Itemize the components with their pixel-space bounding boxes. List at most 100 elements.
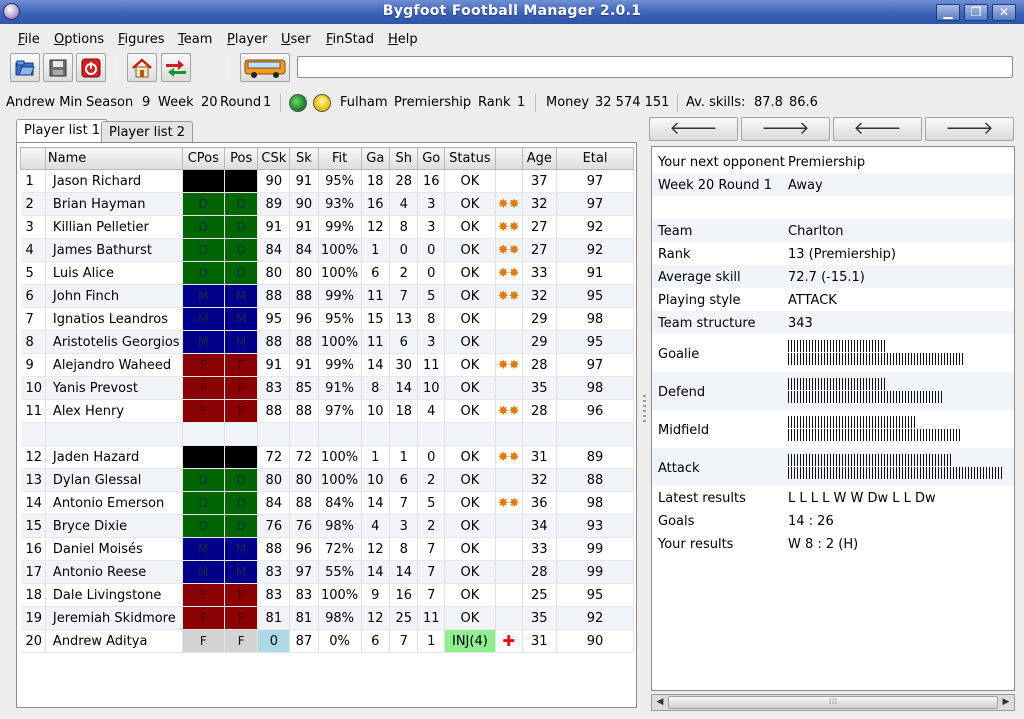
column-header[interactable]: Status — [444, 147, 496, 170]
command-input[interactable] — [297, 56, 1013, 78]
menu-finstad[interactable]: FinStad — [326, 32, 374, 47]
table-row[interactable]: 7 Ignatios Leandros M M 95 96 95% 15 13 8 OK 29 98 — [20, 307, 634, 331]
cell-name: Luis Alice — [45, 261, 183, 285]
table-row[interactable]: 19 Jeremiah Skidmore F F 81 81 98% 12 25 11 OK 35 92 — [20, 606, 634, 630]
column-header[interactable]: Age — [521, 147, 558, 170]
next-page-button[interactable]: 🡒 — [925, 117, 1014, 141]
cell-sk: 84 — [289, 238, 319, 262]
arrow-left-icon: 🡐 — [669, 118, 718, 139]
transfer-button[interactable] — [161, 53, 191, 82]
menu-bar: File Options Figures Team Player User FinStad H… — [0, 28, 1024, 50]
table-row[interactable]: 13 Dylan Glessal D D 80 80 100% 10 6 2 OK 32 88 — [20, 468, 634, 492]
table-row[interactable]: 6 John Finch M M 88 88 99% 11 7 5 OK ✸✸ 32 95 — [20, 284, 634, 308]
menu-help[interactable]: Help — [388, 32, 418, 47]
table-row[interactable]: 5 Luis Alice D D 80 80 100% 6 2 0 OK ✸✸ 33 91 — [20, 261, 634, 285]
column-header[interactable]: CSk — [257, 147, 291, 170]
cell-go: 0 — [417, 238, 446, 262]
table-row[interactable]: 2 Brian Hayman D D 89 90 93% 16 4 3 OK ✸✸ 32 97 — [20, 192, 634, 216]
scrollbar-thumb[interactable]: ⁞⁞⁞ — [668, 696, 998, 709]
table-row[interactable]: 11 Alex Henry F F 88 88 97% 10 18 4 OK ✸✸ 28 96 — [20, 399, 634, 423]
cell-fit: 98% — [318, 514, 362, 538]
scroll-right-icon[interactable]: ▶ — [999, 696, 1013, 709]
close-icon[interactable]: ✕ — [992, 4, 1016, 21]
table-row[interactable]: 12 Jaden Hazard G G 72 72 100% 1 1 0 OK ✸✸ 31 89 — [20, 445, 634, 469]
info-value: W 8 : 2 (H) — [788, 537, 859, 552]
cell-sk: 88 — [289, 330, 319, 354]
next-button[interactable]: 🡒 — [741, 117, 830, 141]
minimize-icon[interactable]: ▁ — [936, 4, 960, 21]
quit-button[interactable] — [76, 53, 106, 82]
cell-etal: 96 — [556, 399, 634, 423]
open-button[interactable] — [10, 53, 40, 82]
table-row[interactable]: 9 Alejandro Waheed F F 91 91 99% 14 30 11 OK ✸✸ 28 97 — [20, 353, 634, 377]
opponent-info-row: Midfield — [652, 410, 1014, 448]
cell-pos: D — [224, 261, 259, 285]
menu-file[interactable]: File — [18, 32, 40, 47]
cell-csk: 76 — [257, 514, 291, 538]
column-header[interactable]: Etal — [556, 147, 634, 170]
week-label: Week — [158, 95, 194, 110]
cell-cpos: F — [182, 353, 226, 377]
table-row[interactable]: 14 Antonio Emerson D D 84 88 84% 14 7 5 OK ✸✸ 36 98 — [20, 491, 634, 515]
tab-player-list-2[interactable]: Player list 2 — [101, 121, 194, 143]
column-header[interactable]: Pos — [223, 147, 259, 170]
column-header[interactable]: CPos — [181, 147, 226, 170]
round-label: Round — [220, 95, 262, 110]
cell-sk: 72 — [289, 445, 319, 469]
table-row[interactable]: 20 Andrew Aditya F F 0 87 0% 6 7 1 INJ(4) ✚ 31 90 — [20, 629, 634, 653]
horizontal-scrollbar[interactable]: ◀ ⁞⁞⁞ ▶ — [651, 694, 1015, 711]
scroll-left-icon[interactable]: ◀ — [653, 696, 667, 709]
cell-cpos: D — [182, 238, 226, 262]
column-header[interactable]: Name — [44, 147, 183, 170]
cell-csk: 88 — [257, 399, 291, 423]
prev-button[interactable]: 🡐 — [649, 117, 738, 141]
cell-name: Daniel Moisés — [45, 537, 183, 561]
menu-options[interactable]: Options — [54, 32, 104, 47]
table-row[interactable]: 4 James Bathurst D D 84 84 100% 1 0 0 OK ✸✸ 27 92 — [20, 238, 634, 262]
column-header[interactable]: Ga — [360, 147, 391, 170]
menu-figures[interactable]: Figures — [118, 32, 164, 47]
cell-cpos: M — [182, 284, 226, 308]
cell-cpos: M — [182, 560, 226, 584]
cell-cpos: D — [182, 468, 226, 492]
table-row[interactable]: 15 Bryce Dixie D D 76 76 98% 4 3 2 OK 34 93 — [20, 514, 634, 538]
column-header[interactable]: Sh — [389, 147, 419, 170]
opponent-info-row: Rank 13 (Premiership) — [652, 242, 1014, 265]
bus-button[interactable] — [240, 53, 290, 82]
table-row[interactable] — [20, 422, 634, 446]
menu-player[interactable]: Player — [227, 32, 267, 47]
cell-ga: 11 — [361, 330, 391, 354]
table-row[interactable]: 1 Jason Richard G G 90 91 95% 18 28 16 OK 37 97 — [20, 169, 634, 193]
table-row[interactable]: 10 Yanis Prevost F F 83 85 91% 8 14 10 OK 35 98 — [20, 376, 634, 400]
table-row[interactable]: 18 Dale Livingstone F F 83 83 100% 9 16 7 OK 25 95 — [20, 583, 634, 607]
table-row[interactable]: 17 Antonio Reese M M 83 97 55% 14 14 7 OK 28 99 — [20, 560, 634, 584]
status-info-bar: Andrew Min Season 9 Week 20 Round 1 Fulh… — [0, 94, 1024, 112]
info-key: Goalie — [658, 346, 700, 362]
cell-go: 5 — [417, 284, 446, 308]
menu-team[interactable]: Team — [178, 32, 212, 47]
info-value: 14 : 26 — [788, 514, 834, 529]
save-button[interactable] — [43, 53, 73, 82]
prev-page-button[interactable]: 🡐 — [833, 117, 922, 141]
column-header[interactable]: Sk — [289, 147, 319, 170]
team-style-icon[interactable] — [289, 94, 307, 112]
cell-pos: D — [224, 215, 259, 239]
column-header[interactable] — [20, 147, 46, 170]
tab-player-list-1[interactable]: Player list 1 — [16, 119, 109, 143]
boost-icon[interactable] — [313, 94, 331, 112]
cell-flame — [495, 537, 523, 561]
table-row[interactable]: 16 Daniel Moisés M M 88 96 72% 12 8 7 OK 33 99 — [20, 537, 634, 561]
cell-fit: 100% — [318, 445, 362, 469]
table-row[interactable]: 3 Killian Pelletier D D 91 91 99% 12 8 3 OK ✸✸ 27 92 — [20, 215, 634, 239]
cell-pos: D — [224, 468, 259, 492]
column-header[interactable]: Go — [417, 147, 446, 170]
column-header[interactable]: Fit — [317, 147, 362, 170]
table-row[interactable]: 8 Aristotelis Georgios M M 88 88 100% 11 6 3 OK 29 9… — [20, 330, 634, 354]
column-header[interactable] — [494, 147, 523, 170]
cell-pos: M — [224, 330, 259, 354]
home-button[interactable] — [127, 53, 157, 82]
maximize-icon[interactable]: ❐ — [964, 4, 988, 21]
menu-user[interactable]: User — [281, 32, 311, 47]
pane-resize-handle[interactable] — [643, 395, 646, 425]
cell-go: 0 — [417, 445, 446, 469]
